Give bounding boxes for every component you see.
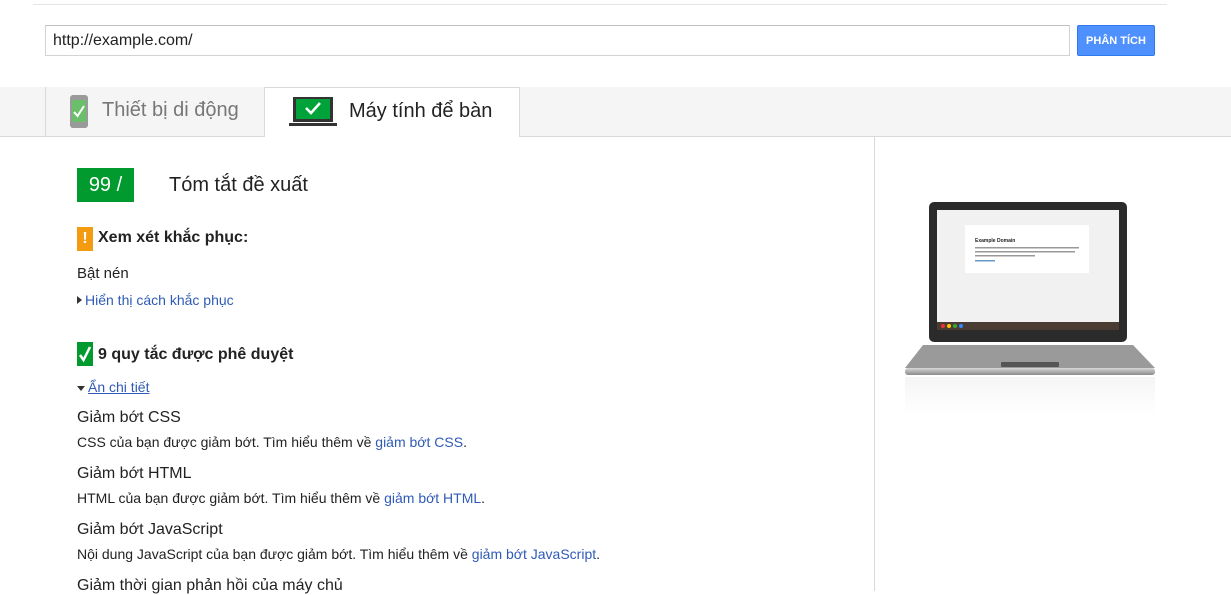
rule-title: Giảm bớt JavaScript xyxy=(77,521,223,538)
rule-description: CSS của bạn được giảm bớt. Tìm hiểu thêm… xyxy=(77,434,467,450)
caret-down-icon xyxy=(77,385,85,391)
learn-more-link[interactable]: giảm bớt JavaScript xyxy=(472,546,596,562)
desktop-screenshot-preview: Example Domain xyxy=(905,202,1155,415)
rule-title: Giảm bớt HTML xyxy=(77,465,192,482)
passed-rule: Giảm bớt HTML HTML của bạn được giảm bớt… xyxy=(77,465,485,506)
analyze-button[interactable]: PHÂN TÍCH xyxy=(1077,25,1155,56)
tab-mobile[interactable]: Thiết bị di động xyxy=(45,87,265,136)
device-tab-bar: Thiết bị di động Máy tính để bàn xyxy=(0,87,1231,137)
tab-desktop[interactable]: Máy tính để bàn xyxy=(264,87,520,137)
rule-description: HTML của bạn được giảm bớt. Tìm hiểu thê… xyxy=(77,490,486,506)
rule-title: Giảm thời gian phản hồi của máy chủ xyxy=(77,577,343,594)
check-icon xyxy=(77,342,93,366)
passed-rule: Giảm bớt CSS CSS của bạn được giảm bớt. … xyxy=(77,409,467,450)
hide-details-link[interactable]: Ẩn chi tiết xyxy=(77,379,149,395)
mobile-phone-icon xyxy=(70,95,88,128)
passed-rule: Giảm thời gian phản hồi của máy chủ xyxy=(77,577,343,595)
show-how-to-fix-link[interactable]: Hiển thị cách khắc phục xyxy=(77,292,234,308)
show-how-to-fix-label: Hiển thị cách khắc phục xyxy=(85,292,234,308)
consider-fixing-heading: Xem xét khắc phục: xyxy=(98,229,249,246)
warning-icon: ! xyxy=(77,227,93,251)
rule-title: Giảm bớt CSS xyxy=(77,409,181,426)
preview-site-heading: Example Domain xyxy=(975,238,1015,244)
hide-details-label: Ẩn chi tiết xyxy=(88,379,150,395)
tab-desktop-label: Máy tính để bàn xyxy=(349,100,493,122)
rule-enable-compression: Bật nén xyxy=(77,265,129,282)
summary-title: Tóm tắt đề xuất xyxy=(169,174,308,196)
learn-more-link[interactable]: giảm bớt CSS xyxy=(375,434,463,450)
learn-more-link[interactable]: giảm bớt HTML xyxy=(384,490,481,506)
passed-rule: Giảm bớt JavaScript Nội dung JavaScript … xyxy=(77,521,600,562)
rule-description: Nội dung JavaScript của bạn được giảm bớ… xyxy=(77,546,601,562)
score-badge: 99 / 100 xyxy=(77,168,134,230)
content-divider xyxy=(874,137,875,591)
tab-mobile-label: Thiết bị di động xyxy=(102,99,239,121)
desktop-laptop-icon xyxy=(289,97,337,126)
caret-right-icon xyxy=(77,296,82,304)
passed-rules-heading: 9 quy tắc được phê duyệt xyxy=(98,346,294,363)
url-input[interactable] xyxy=(45,25,1070,56)
top-divider xyxy=(33,4,1167,5)
